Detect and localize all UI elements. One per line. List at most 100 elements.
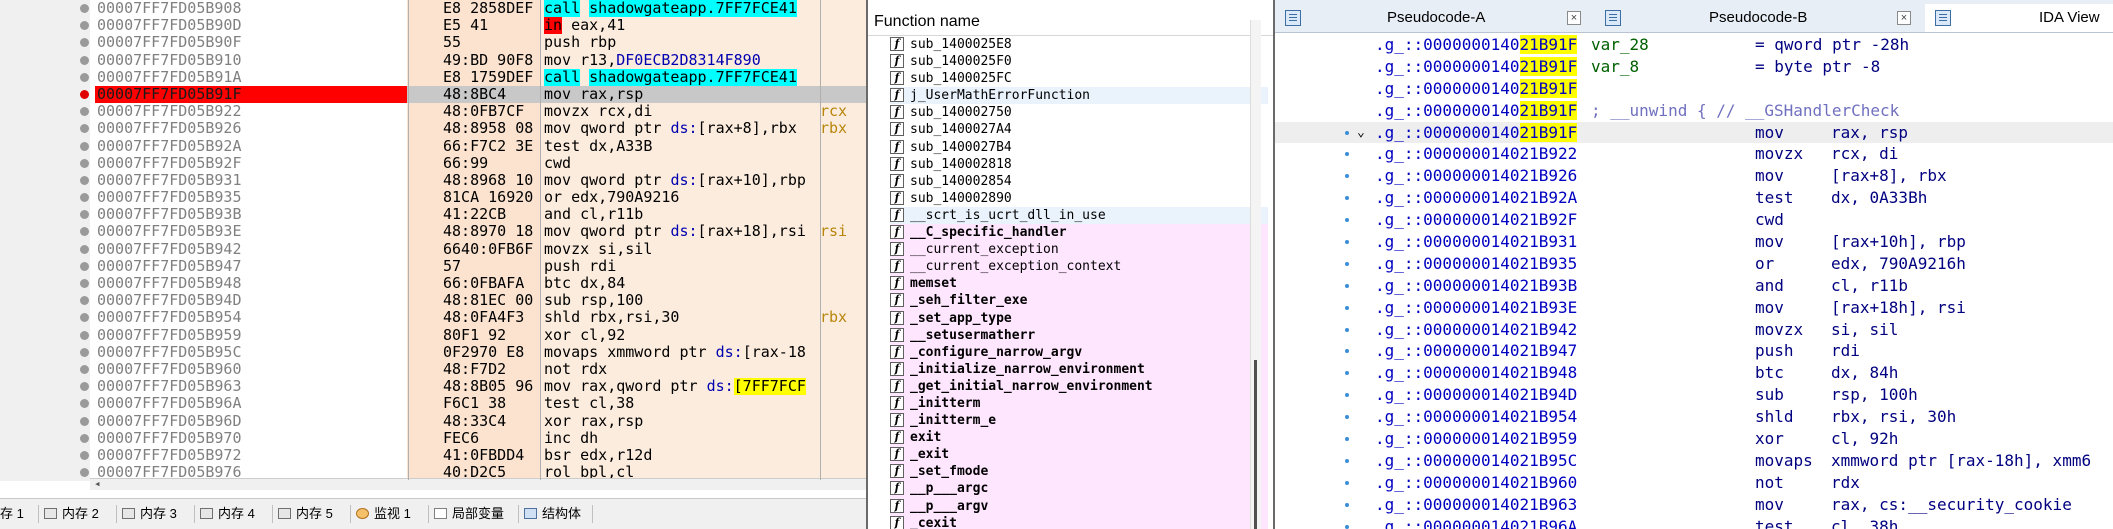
ida-listing-row[interactable]: .g_::000000014021B92A test dx, 0A33Bh [1275,187,2113,209]
function-list-item[interactable]: f sub_1400027A4 [890,121,1268,138]
disasm-row[interactable]: 00007FF7FD05B910 49:BD 90F8 mov r13,DF0ECB… [0,51,866,69]
ida-tab-3[interactable]: IDA View [1925,4,2113,32]
bullet-icon[interactable] [80,261,89,271]
ida-listing-row[interactable]: .g_::000000014021B948 btc dx, 84h [1275,362,2113,384]
function-list-item[interactable]: f _cexit [890,514,1268,529]
disasm-row[interactable]: 00007FF7FD05B959 80F1 92 xor cl,92 [0,326,866,344]
disassembly-pane[interactable]: 00007FF7FD05B908 E8 2858DEF call shadowgat… [0,0,866,529]
disasm-row[interactable]: 00007FF7FD05B91F 48:8BC4 mov rax,rsp [0,85,866,104]
bullet-icon[interactable] [80,450,89,460]
ida-listing-row[interactable]: .g_::000000014021B91F var_8 = byte ptr -8 [1275,56,2113,78]
bullet-icon[interactable] [80,433,89,443]
ida-listing-row[interactable]: .g_::000000014021B91F var_28 = qword ptr -… [1275,34,2113,56]
bullet-icon[interactable] [80,382,89,392]
function-list-item[interactable]: f __p___argc [890,480,1268,498]
ida-listing-row[interactable]: .g_::000000014021B922 movzx rcx, di [1275,143,2113,165]
ida-listing-row[interactable]: .g_::000000014021B942 movzx si, sil [1275,319,2113,341]
disasm-row[interactable]: 00007FF7FD05B92A 66:F7C2 3E test dx,A33B [0,137,866,155]
disasm-row[interactable]: 00007FF7FD05B935 81CA 16920 or edx,790A921… [0,188,866,207]
bullet-icon[interactable] [80,175,89,185]
disasm-row[interactable]: 00007FF7FD05B922 48:0FB7CF movzx rcx,di rcx [0,102,866,121]
bullet-icon[interactable] [80,227,89,237]
function-list-item[interactable]: f __current_exception_context [890,258,1268,276]
bullet-icon[interactable] [80,399,89,409]
disasm-row[interactable]: 00007FF7FD05B972 41:0FBDD4 bsr edx,r12d [0,446,866,465]
bullet-icon[interactable] [80,296,89,306]
bullet-icon[interactable] [80,141,89,151]
ida-listing-row[interactable]: .g_::000000014021B91F ; __unwind { // __G… [1275,100,2113,122]
bullet-icon[interactable] [80,210,89,220]
ida-tab-2[interactable]: Pseudocode-B × [1595,4,1925,32]
disasm-row[interactable]: 00007FF7FD05B90F 55 push rbp [0,34,866,52]
bullet-icon[interactable] [80,38,89,48]
ida-listing-row[interactable]: .g_::000000014021B93B and cl, r11b [1275,275,2113,297]
ida-listing-row[interactable]: .g_::000000014021B93E mov [rax+18h], rsi [1275,297,2113,319]
function-list-item[interactable]: f sub_1400025E8 [890,36,1268,53]
bottom-tab-6[interactable]: 监视 1 [352,503,430,525]
function-list-item[interactable]: f __setusermatherr [890,326,1268,344]
disasm-row[interactable]: 00007FF7FD05B93E 48:8970 18 mov qword ptr … [0,223,866,241]
function-list-item[interactable]: f sub_140002854 [890,173,1268,190]
bullet-icon[interactable] [80,158,89,168]
bullet-icon[interactable] [80,313,89,323]
disasm-row[interactable]: 00007FF7FD05B931 48:8968 10 mov qword ptr … [0,171,866,190]
disasm-row[interactable]: 00007FF7FD05B93B 41:22CB and cl,r11b [0,206,866,224]
bullet-icon[interactable] [80,193,89,203]
function-list-item[interactable]: f sub_140002890 [890,190,1268,207]
function-list-item[interactable]: f __C_specific_handler [890,224,1268,242]
function-list-item[interactable]: f sub_140002818 [890,156,1268,173]
disasm-row[interactable]: 00007FF7FD05B942 6640:0FB6F movzx si,sil [0,240,866,258]
ida-listing-row[interactable]: .g_::000000014021B96A test cl, 38h [1275,516,2113,529]
disassembly-horizontal-scrollbar[interactable]: ◂ [90,477,866,490]
ida-listing-row[interactable]: .g_::000000014021B926 mov [rax+8], rbx [1275,165,2113,187]
function-list-item[interactable]: f __current_exception [890,241,1268,259]
bullet-icon[interactable] [80,364,89,374]
ida-view-pane[interactable]: Pseudocode-A × Pseudocode-B × IDA View .g_::… [1273,0,2113,529]
function-list-item[interactable]: f exit [890,429,1268,447]
disasm-row[interactable]: 00007FF7FD05B960 48:F7D2 not rdx [0,360,866,379]
disasm-row[interactable]: 00007FF7FD05B970 FEC6 inc dh [0,429,866,447]
bullet-icon[interactable] [80,416,89,426]
disasm-row[interactable]: 00007FF7FD05B96D 48:33C4 xor rax,rsp [0,412,866,430]
disasm-row[interactable]: 00007FF7FD05B954 48:0FA4F3 shld rbx,rsi,30… [0,309,866,327]
function-list-item[interactable]: f j_UserMathErrorFunction [890,87,1268,105]
function-list-item[interactable]: f sub_1400027B4 [890,139,1268,156]
ida-listing-row[interactable]: ⌄ .g_::000000014021B91F mov rax, rsp [1275,121,2113,144]
function-list-item[interactable]: f memset [890,275,1268,293]
function-list-item[interactable]: f sub_140002750 [890,104,1268,121]
ida-listing-row[interactable]: .g_::000000014021B94D sub rsp, 100h [1275,384,2113,406]
disasm-row[interactable]: 00007FF7FD05B948 66:0FBAFA btc dx,84 [0,274,866,293]
bullet-icon[interactable] [80,347,89,357]
function-list-item[interactable]: f _initialize_narrow_environment [890,360,1268,378]
bullet-icon[interactable] [80,21,89,31]
ida-listing-row[interactable]: .g_::000000014021B92F cwd [1275,209,2113,231]
bottom-tab-5[interactable]: 内存 5 [274,503,352,525]
function-list-item[interactable]: f _set_app_type [890,309,1268,327]
function-list-item[interactable]: f sub_1400025F0 [890,53,1268,70]
disasm-row[interactable]: 00007FF7FD05B908 E8 2858DEF call shadowgat… [0,0,866,18]
ida-listing-row[interactable]: .g_::000000014021B95C movaps xmmword ptr [… [1275,450,2113,472]
bullet-icon[interactable] [80,72,89,82]
function-list-item[interactable]: f _initterm [890,394,1268,413]
call-target[interactable]: shadowgateapp.7FF7FCE41 [589,0,797,17]
ida-listing-row[interactable]: .g_::000000014021B91F [1275,78,2113,100]
function-list-item[interactable]: f __p___argv [890,497,1268,515]
ida-listing-row[interactable]: .g_::000000014021B959 xor cl, 92h [1275,428,2113,450]
ida-listing-row[interactable]: .g_::000000014021B963 mov rax, cs:__securi… [1275,494,2113,516]
disasm-row[interactable]: 00007FF7FD05B91A E8 1759DEF call shadowgat… [0,68,866,86]
disasm-row[interactable]: 00007FF7FD05B95C 0F2970 E8 movaps xmmword … [0,343,866,361]
bottom-tab-1[interactable]: 存 1 [0,503,40,525]
scroll-left-icon[interactable]: ◂ [94,477,101,490]
function-list-item[interactable]: f _configure_narrow_argv [890,343,1268,361]
bullet-icon[interactable] [80,124,89,134]
bottom-tab-4[interactable]: 内存 4 [196,503,274,525]
call-target[interactable]: shadowgateapp.7FF7FCE41 [589,68,797,86]
function-list-item[interactable]: f _exit [890,446,1268,464]
bullet-icon[interactable] [80,279,89,288]
ida-listing-row[interactable]: .g_::000000014021B947 push rdi [1275,340,2113,362]
collapse-icon[interactable]: ⌄ [1357,122,1365,144]
close-icon[interactable]: × [1897,11,1911,25]
function-name-header[interactable]: Function name [868,8,1273,36]
bullet-icon[interactable] [80,330,89,340]
function-list-pane[interactable]: Function name f sub_1400025E8 f sub_1400025… [866,0,1273,529]
